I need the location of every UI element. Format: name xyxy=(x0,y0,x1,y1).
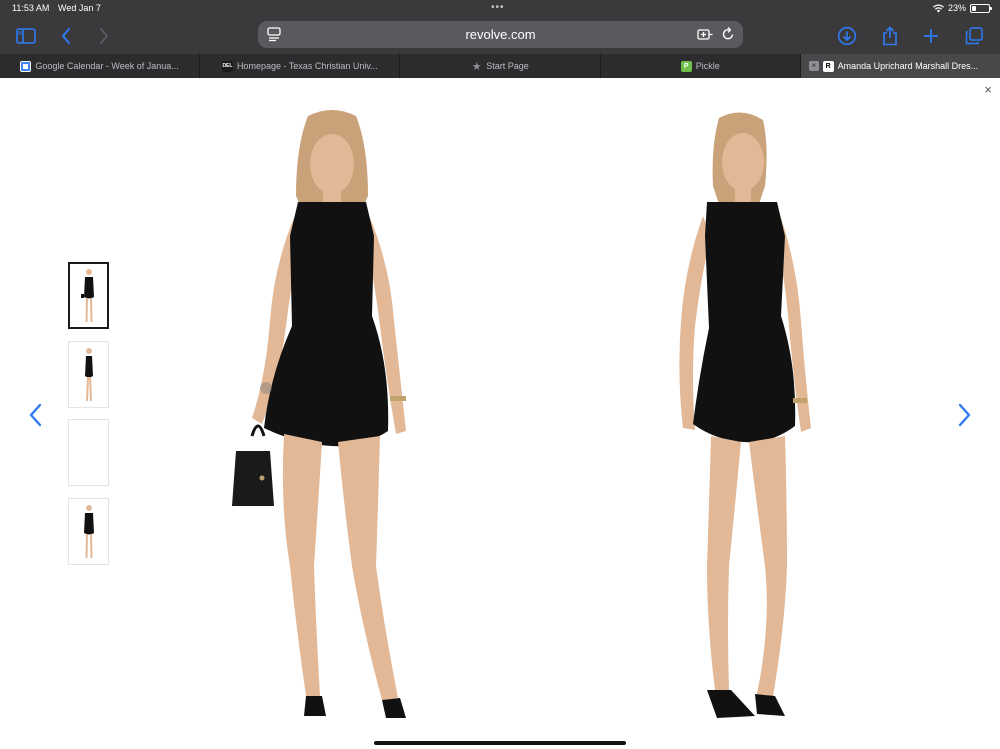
wifi-icon xyxy=(932,4,944,12)
chevron-right-icon xyxy=(100,28,108,44)
tab-close-icon[interactable]: × xyxy=(808,61,819,71)
thumbnail-image xyxy=(83,504,94,558)
reload-icon[interactable] xyxy=(721,26,735,42)
address-bar[interactable]: revolve.com xyxy=(258,21,743,48)
chevron-left-icon xyxy=(62,28,70,44)
status-right: 23% xyxy=(932,3,992,13)
tab-label: Google Calendar - Week of Janua... xyxy=(35,61,179,71)
star-icon: ★ xyxy=(471,60,482,73)
next-image-button[interactable] xyxy=(954,400,976,430)
thumbnail-front-view[interactable] xyxy=(68,262,109,329)
thumbnail-image xyxy=(80,268,94,322)
share-icon xyxy=(883,26,897,46)
product-photo-front xyxy=(232,110,406,718)
close-viewer-button[interactable]: × xyxy=(984,82,992,97)
multitasking-dots[interactable]: ••• xyxy=(491,2,505,13)
status-time: 11:53 AM xyxy=(12,3,50,13)
thumbnail-side-view[interactable] xyxy=(68,341,109,408)
back-button[interactable] xyxy=(52,22,80,50)
thumbnail-front-view-2[interactable] xyxy=(68,498,109,565)
sidebar-toggle-button[interactable] xyxy=(12,22,40,50)
thumbnail-blank[interactable] xyxy=(68,419,109,486)
tabs-icon xyxy=(965,27,983,45)
battery-percent: 23% xyxy=(947,3,966,13)
tab-tcu-homepage[interactable]: DEL Homepage - Texas Christian Univ... xyxy=(200,54,401,78)
tab-strip: Google Calendar - Week of Janua... DEL H… xyxy=(0,54,1000,78)
battery-fill xyxy=(972,5,976,11)
thumbnail-image xyxy=(84,347,93,401)
status-date: Wed Jan 7 xyxy=(58,3,101,13)
tab-overview-button[interactable] xyxy=(960,22,988,50)
forward-button[interactable] xyxy=(90,22,118,50)
tab-label: Pickle xyxy=(695,61,720,71)
tab-label: Start Page xyxy=(486,61,529,71)
extension-icon[interactable] xyxy=(697,26,714,42)
tcu-icon: DEL xyxy=(221,60,233,72)
home-indicator[interactable] xyxy=(374,741,626,745)
browser-toolbar: revolve.com xyxy=(0,18,1000,54)
calendar-icon xyxy=(20,60,32,72)
revolve-icon: R xyxy=(822,60,834,72)
battery-icon xyxy=(970,3,992,13)
downloads-button[interactable] xyxy=(833,22,861,50)
touch-pointer xyxy=(260,382,272,394)
sidebar-icon xyxy=(16,28,36,44)
share-button[interactable] xyxy=(876,22,904,50)
chevron-left-icon xyxy=(29,403,42,427)
tab-google-calendar[interactable]: Google Calendar - Week of Janua... xyxy=(0,54,201,78)
download-icon xyxy=(837,26,857,46)
tab-label: Homepage - Texas Christian Univ... xyxy=(236,61,378,71)
plus-icon xyxy=(924,29,938,43)
chevron-right-icon xyxy=(958,403,971,427)
tab-label: Amanda Uprichard Marshall Dres... xyxy=(837,61,979,71)
tab-start-page[interactable]: ★ Start Page xyxy=(400,54,601,78)
previous-image-button[interactable] xyxy=(24,400,46,430)
tab-pickle[interactable]: P Pickle xyxy=(601,54,801,78)
image-viewer: × xyxy=(0,78,1000,749)
pickle-icon: P xyxy=(680,60,692,72)
status-bar: 11:53 AM Wed Jan 7 ••• 23% xyxy=(0,0,1000,18)
address-url: revolve.com xyxy=(465,27,536,42)
tab-revolve-active[interactable]: × R Amanda Uprichard Marshall Dres... xyxy=(800,54,1000,78)
product-photo-side xyxy=(679,112,811,718)
new-tab-button[interactable] xyxy=(917,22,945,50)
